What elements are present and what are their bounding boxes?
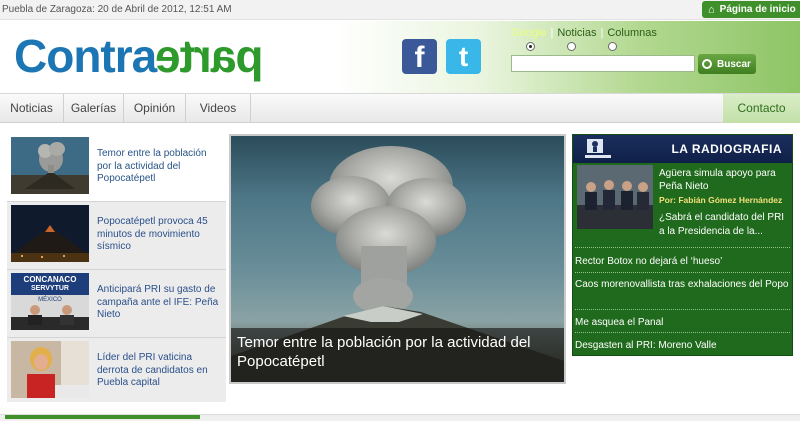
radiografia-link[interactable]: Desgasten al PRI: Moreno Valle: [575, 339, 790, 352]
radiografia-panel: LA RADIOGRAFIA Agüera simula apoyo para …: [572, 134, 793, 356]
news-list: Temor entre la población por la activida…: [7, 134, 226, 402]
bottom-accent: [5, 415, 200, 419]
radio-columnas[interactable]: [608, 42, 617, 51]
radiografia-link[interactable]: Caos morenovallista tras exhalaciones de…: [575, 278, 790, 291]
radiografia-link[interactable]: Me asquea el Panal: [575, 316, 790, 329]
radiografia-link[interactable]: Rector Botox no dejará el ‘hueso’: [575, 255, 790, 268]
home-icon: ⌂: [708, 3, 715, 16]
radiografia-title: LA RADIOGRAFIA: [671, 142, 782, 156]
list-item-title[interactable]: Popocatépetl provoca 45 minutos de movim…: [97, 216, 221, 254]
radio-noticias[interactable]: [567, 42, 576, 51]
featured-caption[interactable]: Temor entre la población por la activida…: [231, 328, 564, 382]
radiografia-teaser[interactable]: ¿Sabrá el candidato del PRI a la Preside…: [659, 211, 790, 239]
current-date: Puebla de Zaragoza: 20 de Abril de 2012,…: [2, 4, 232, 15]
site-logo[interactable]: Contraparte: [14, 29, 264, 83]
thumbnail-press-conference: CONCANACO SERVYTUR MÉXICO: [11, 273, 89, 330]
home-button[interactable]: ⌂ Página de inicio: [702, 1, 800, 18]
search-icon: [702, 59, 712, 69]
radiografia-feature-title[interactable]: Agüera simula apoyo para Peña Nieto: [659, 168, 776, 192]
search-scope-separator: |: [550, 27, 554, 39]
main-nav: Noticias Galerías Opinión Videos Contact…: [0, 93, 800, 123]
bottom-bar: [0, 414, 800, 421]
radiografia-divider: [575, 332, 790, 333]
radiografia-divider: [575, 309, 790, 310]
radiografia-header: LA RADIOGRAFIA: [573, 135, 792, 163]
twitter-icon[interactable]: t: [446, 39, 481, 74]
search-button[interactable]: Buscar: [698, 54, 756, 74]
thumbnail-text-3: MÉXICO: [38, 296, 62, 303]
thumbnail-volcano: [11, 137, 89, 194]
radiografia-divider: [575, 272, 790, 273]
list-item[interactable]: Temor entre la población por la activida…: [7, 134, 226, 201]
nav-opinion[interactable]: Opinión: [124, 94, 186, 123]
page: Puebla de Zaragoza: 20 de Abril de 2012,…: [0, 0, 800, 421]
list-item[interactable]: Popocatépetl provoca 45 minutos de movim…: [7, 202, 226, 269]
radiografia-divider: [575, 247, 790, 248]
list-item[interactable]: Líder del PRI vaticina derrota de candid…: [7, 338, 226, 405]
thumbnail-politician: [11, 341, 89, 398]
featured-story[interactable]: Temor entre la población por la activida…: [229, 134, 566, 384]
site-header: Contraparte f t Google | Noticias | Colu…: [0, 21, 800, 93]
facebook-icon[interactable]: f: [402, 39, 437, 74]
radiografia-feature[interactable]: Agüera simula apoyo para Peña Nieto Por:…: [659, 168, 790, 207]
search-scope-separator: |: [600, 27, 604, 39]
search-scope-columnas[interactable]: Columnas: [607, 27, 657, 39]
search-scope-radios: [526, 42, 617, 51]
radiografia-photo[interactable]: [577, 165, 653, 229]
search-button-label: Buscar: [717, 58, 751, 70]
nav-videos[interactable]: Videos: [186, 94, 251, 123]
top-bar: Puebla de Zaragoza: 20 de Abril de 2012,…: [0, 0, 800, 20]
logo-part-1: Contra: [14, 30, 157, 82]
nav-contacto[interactable]: Contacto: [723, 94, 800, 123]
home-button-label: Página de inicio: [719, 4, 796, 15]
list-item-title[interactable]: Anticipará PRI su gasto de campaña ante …: [97, 284, 221, 322]
nav-galerias[interactable]: Galerías: [64, 94, 124, 123]
logo-part-2: parte: [156, 30, 264, 82]
nav-noticias[interactable]: Noticias: [0, 94, 64, 123]
list-item-title[interactable]: Temor entre la población por la activida…: [97, 148, 221, 186]
thumbnail-volcano-night: [11, 205, 89, 262]
search-scope-noticias[interactable]: Noticias: [557, 27, 596, 39]
search-scope-tabs: Google | Noticias | Columnas: [511, 27, 657, 39]
x-ray-icon: [585, 139, 611, 158]
list-item-title[interactable]: Líder del PRI vaticina derrota de candid…: [97, 352, 221, 390]
search-scope-google[interactable]: Google: [511, 27, 546, 39]
thumbnail-text-2: SERVYTUR: [31, 285, 69, 292]
thumbnail-text-1: CONCANACO: [24, 275, 77, 284]
radio-google[interactable]: [526, 42, 535, 51]
list-item[interactable]: CONCANACO SERVYTUR MÉXICO Anticipará PRI…: [7, 270, 226, 337]
radiografia-author: Por: Fabián Gómez Hernández: [659, 195, 783, 205]
search-input[interactable]: [511, 55, 695, 72]
